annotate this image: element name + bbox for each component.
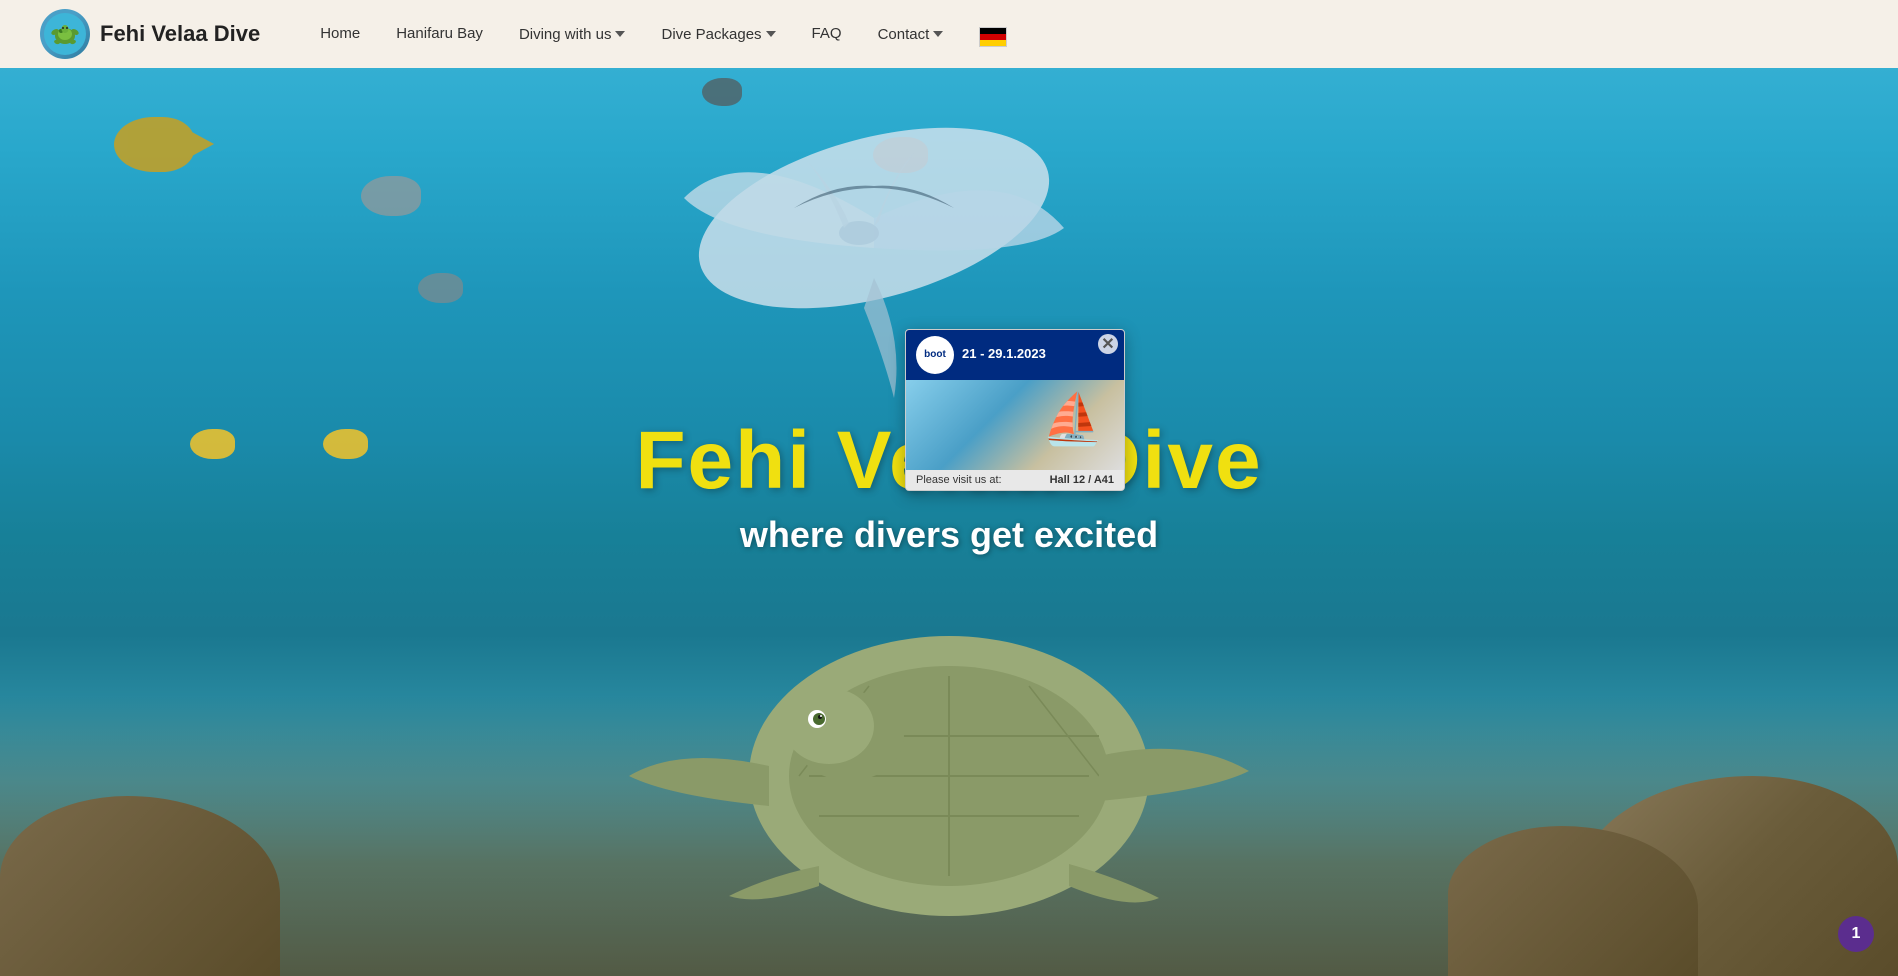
nav-item-dive-packages[interactable]: Dive Packages bbox=[661, 26, 775, 43]
hero-subtitle: where divers get excited bbox=[635, 514, 1262, 556]
popup-hall-text: Hall 12 / A41 bbox=[1050, 474, 1114, 486]
hero-section: Fehi Velaa Dive where divers get excited… bbox=[0, 0, 1898, 976]
fish-yellow-decoration-2 bbox=[323, 429, 368, 459]
nav-item-hanifaru-bay[interactable]: Hanifaru Bay bbox=[396, 25, 483, 43]
dive-packages-dropdown-arrow bbox=[766, 31, 776, 37]
german-flag-icon[interactable] bbox=[979, 27, 1007, 47]
nav-item-faq[interactable]: FAQ bbox=[812, 25, 842, 43]
brand-name: Fehi Velaa Dive bbox=[100, 21, 260, 47]
popup-boat-image bbox=[906, 380, 1124, 470]
nav-item-diving-with-us[interactable]: Diving with us bbox=[519, 26, 626, 43]
brand-logo-icon bbox=[40, 9, 90, 59]
popup-ad-header: boot 21 - 29.1.2023 bbox=[906, 330, 1124, 380]
fish-decoration-2 bbox=[361, 176, 421, 216]
nav-item-language[interactable] bbox=[979, 21, 1007, 47]
brand-link[interactable]: Fehi Velaa Dive bbox=[40, 9, 260, 59]
nav-item-contact[interactable]: Contact bbox=[878, 26, 944, 43]
diving-with-us-dropdown-arrow bbox=[615, 31, 625, 37]
popup-ad-inner: boot 21 - 29.1.2023 Please visit us at: … bbox=[906, 330, 1124, 490]
popup-date: 21 - 29.1.2023 bbox=[962, 346, 1046, 363]
popup-visit-text: Please visit us at: bbox=[916, 474, 1002, 486]
popup-footer: Please visit us at: Hall 12 / A41 bbox=[906, 470, 1124, 490]
popup-ad: ✕ boot 21 - 29.1.2023 Please visit us at… bbox=[905, 329, 1125, 491]
navbar: Fehi Velaa Dive Home Hanifaru Bay Diving… bbox=[0, 0, 1898, 68]
contact-dropdown-arrow bbox=[933, 31, 943, 37]
nav-links: Home Hanifaru Bay Diving with us Dive Pa… bbox=[320, 21, 1858, 47]
fish-yellow-decoration-1 bbox=[190, 429, 235, 459]
notification-badge[interactable]: 1 bbox=[1838, 916, 1874, 952]
fish-decoration-3 bbox=[418, 273, 463, 303]
nav-item-home[interactable]: Home bbox=[320, 25, 360, 43]
boot-logo: boot bbox=[916, 336, 954, 374]
fish-decoration-1 bbox=[114, 117, 194, 172]
turtle-decoration bbox=[599, 576, 1299, 916]
popup-close-button[interactable]: ✕ bbox=[1098, 334, 1118, 354]
